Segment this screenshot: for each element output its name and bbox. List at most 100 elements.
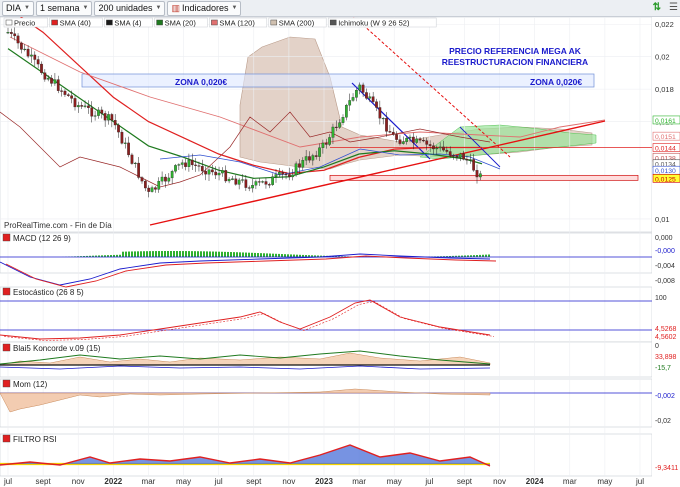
candle-body	[73, 98, 77, 108]
candle-body	[244, 179, 248, 188]
candle-body	[60, 90, 63, 92]
koncorde-panel-label: Blai5 Koncorde v.09 (15)	[13, 344, 101, 353]
candle-body	[224, 170, 228, 182]
candle-body	[257, 181, 261, 183]
candle-body	[107, 114, 110, 121]
stoch-tick-label: 4,5268	[655, 326, 677, 333]
macd-histogram-bar	[272, 253, 274, 257]
candle-body	[368, 96, 372, 99]
candle-body	[140, 177, 144, 182]
ticker-selector[interactable]: DIA ▼	[2, 0, 34, 16]
candle-body	[46, 77, 50, 80]
macd-histogram-bar	[170, 251, 172, 257]
candle-body	[314, 155, 318, 157]
candle-body	[324, 142, 328, 145]
price-value-label: 0,0161	[655, 118, 676, 125]
updown-arrow-icon[interactable]: ⇅	[653, 2, 661, 13]
candle-body	[56, 79, 60, 91]
macd-tick-label: 0,000	[655, 235, 673, 242]
macd-histogram-bar	[203, 251, 205, 257]
mom-tick-label: -0,02	[655, 418, 671, 425]
units-selector[interactable]: 200 unidades ▼	[94, 0, 166, 16]
macd-histogram-bar	[185, 251, 187, 257]
macd-histogram-bar	[227, 251, 229, 257]
candle-body	[66, 94, 70, 96]
macd-histogram-bar	[236, 252, 238, 257]
koncorde-tick-label: 33,898	[655, 354, 677, 361]
candle-body	[33, 54, 37, 60]
koncorde-tick-label: -15,7	[655, 365, 671, 372]
panel-mom-frame	[0, 378, 653, 428]
candle-body	[197, 165, 201, 167]
macd-histogram-bar	[137, 251, 139, 257]
level-0125-band	[329, 174, 639, 181]
indicators-button[interactable]: ▥ Indicadores ▼	[167, 0, 242, 16]
legend-swatch	[211, 19, 218, 26]
candle-body	[237, 179, 241, 185]
ticker-label: DIA	[6, 3, 22, 13]
x-tick-label: jul	[424, 477, 433, 486]
candle-body	[308, 156, 311, 161]
macd-histogram-bar	[224, 251, 226, 257]
chevron-down-icon: ▼	[24, 5, 30, 11]
timeframe-selector[interactable]: 1 semana ▼	[35, 0, 93, 16]
macd-histogram-bar	[146, 251, 148, 257]
candle-body	[438, 146, 442, 149]
candle-body	[154, 187, 157, 190]
menu-icon[interactable]: ☰	[669, 2, 678, 13]
chevron-down-icon: ▼	[231, 5, 238, 11]
stoch-panel-label: Estocástico (26 8 5)	[13, 288, 84, 297]
candle-body	[63, 90, 67, 95]
candle-body	[328, 137, 331, 145]
legend-label: SMA (4)	[114, 19, 142, 28]
candle-body	[177, 164, 181, 166]
macd-tick-label: -0,008	[655, 278, 675, 285]
candle-body	[130, 154, 134, 164]
candle-body	[103, 113, 107, 121]
candle-body	[6, 32, 10, 34]
macd-histogram-bar	[245, 252, 247, 257]
macd-histogram-bar	[221, 251, 223, 257]
candle-body	[143, 180, 147, 189]
macd-histogram-bar	[242, 252, 244, 257]
macd-tick-label: -0,000	[655, 248, 675, 255]
candle-body	[83, 105, 87, 107]
chevron-down-icon: ▼	[155, 5, 162, 11]
candle-body	[381, 118, 385, 120]
candle-body	[318, 147, 321, 157]
candle-body	[50, 77, 53, 84]
legend-label: SMA (20)	[165, 19, 197, 28]
price-tick-label: 0,022	[655, 20, 674, 29]
candle-body	[388, 131, 392, 133]
candle-body	[385, 118, 388, 132]
candle-body	[355, 89, 358, 98]
candle-body	[200, 166, 204, 172]
candle-body	[267, 184, 271, 186]
chart-area[interactable]: PRECIO REFERENCIA MEGA AK REESTRUCTURACI…	[0, 17, 680, 487]
candle-body	[475, 170, 479, 178]
rsi-panel-icon	[2, 434, 11, 443]
candle-body	[214, 171, 218, 176]
macd-histogram-bar	[140, 251, 142, 257]
macd-histogram-bar	[182, 251, 184, 257]
candle-body	[331, 126, 335, 138]
candle-body	[341, 117, 345, 123]
toolbar: DIA ▼ 1 semana ▼ 200 unidades ▼ ▥ Indicadore…	[0, 0, 680, 17]
candle-body	[187, 159, 191, 167]
macd-histogram-bar	[212, 251, 214, 257]
candle-body	[80, 105, 84, 107]
candle-body	[408, 136, 412, 139]
candle-body	[288, 174, 291, 178]
candle-body	[311, 155, 315, 161]
stoch-tick-label: 100	[655, 295, 667, 302]
candle-body	[468, 159, 472, 161]
macd-histogram-bar	[197, 251, 199, 257]
candle-body	[442, 146, 445, 151]
candle-body	[445, 149, 449, 152]
candle-body	[234, 178, 238, 185]
rsi-tick-label: -9,3411	[655, 465, 678, 472]
legend-swatch	[106, 19, 113, 26]
x-tick-label: mar	[563, 477, 577, 486]
candle-body	[174, 165, 177, 172]
candle-body	[435, 147, 439, 150]
